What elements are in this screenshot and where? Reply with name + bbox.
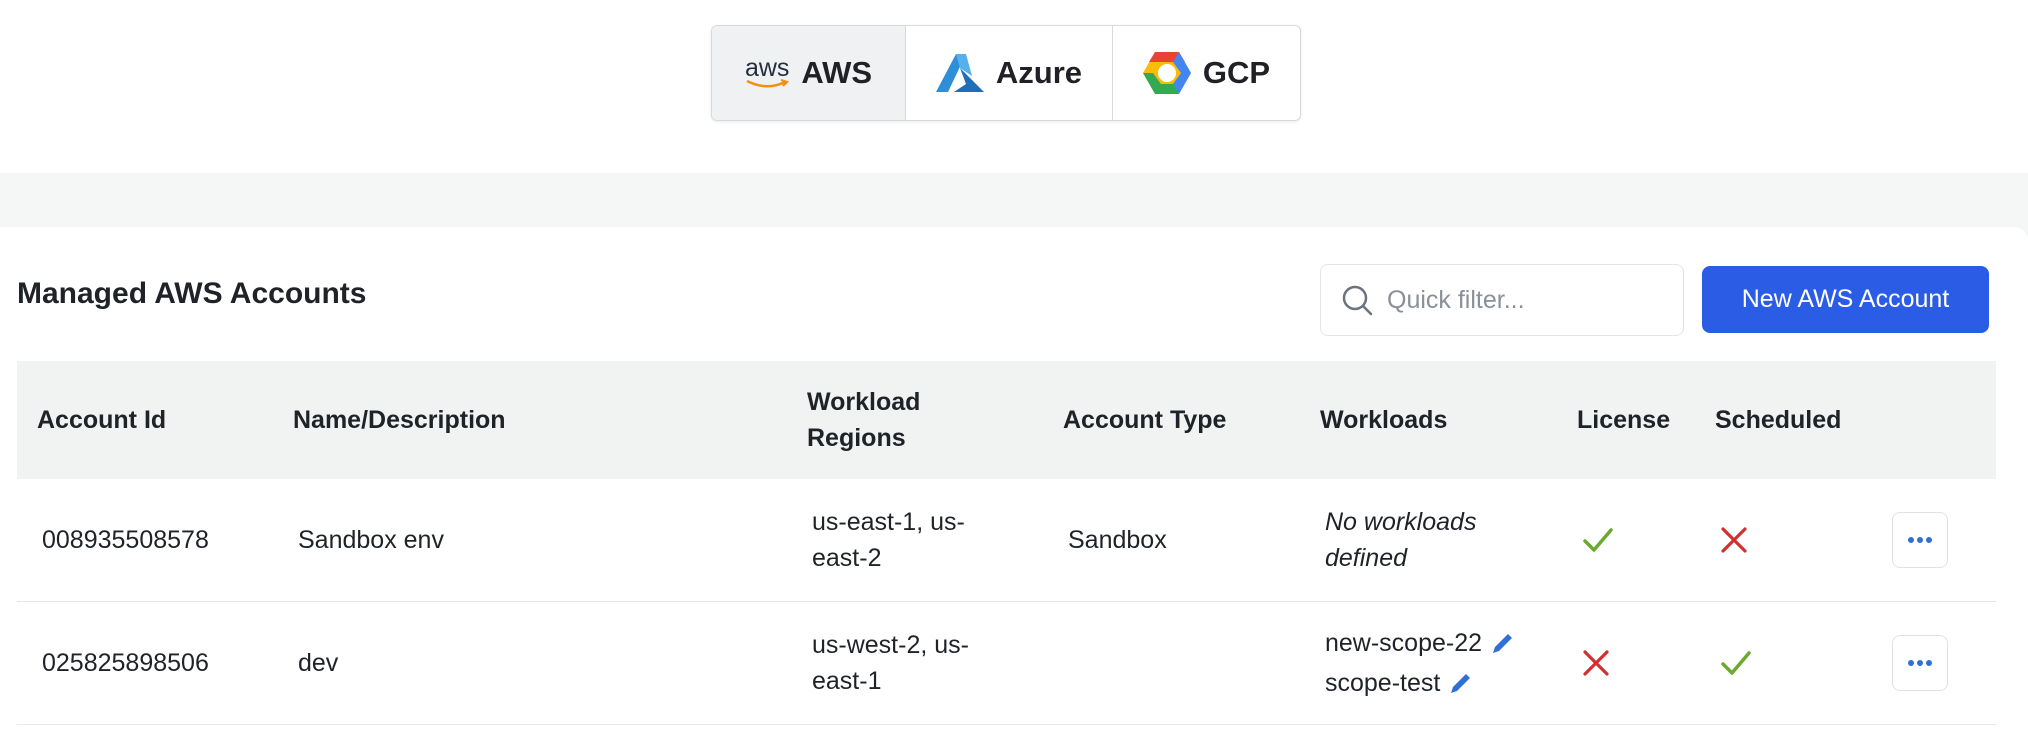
tab-gcp[interactable]: GCP (1113, 26, 1300, 120)
header-workload-regions[interactable]: Workload Regions (807, 361, 920, 479)
aws-logo-icon: aws (745, 56, 789, 89)
cross-icon (1721, 527, 1747, 553)
edit-pencil-icon[interactable] (1490, 630, 1516, 656)
cell-license (1582, 479, 1614, 601)
more-horizontal-icon (1908, 660, 1932, 666)
header-scheduled[interactable]: Scheduled (1715, 361, 1841, 479)
tab-aws[interactable]: aws AWS (712, 26, 906, 120)
quick-filter-box[interactable] (1320, 264, 1684, 336)
header-name[interactable]: Name/Description (293, 361, 506, 479)
row-actions-button[interactable] (1892, 635, 1948, 691)
cell-regions: us-east-1, us- east-2 (812, 508, 965, 572)
provider-selector: aws AWS Azure GCP (711, 25, 1301, 121)
azure-logo-icon (935, 54, 984, 92)
tab-azure[interactable]: Azure (906, 26, 1113, 120)
table-row: 008935508578 Sandbox env us-east-1, us- … (17, 479, 1996, 602)
table-row: 025825898506 dev us-west-2, us- east-1 n… (17, 602, 1996, 725)
header-license[interactable]: License (1577, 361, 1670, 479)
cell-license (1582, 602, 1610, 724)
cell-workloads: new-scope-22 scope-test (1325, 602, 1516, 724)
edit-pencil-icon[interactable] (1448, 670, 1474, 696)
page-title: Managed AWS Accounts (17, 277, 367, 310)
cell-account-id: 025825898506 (42, 649, 209, 677)
header-account-id[interactable]: Account Id (37, 361, 166, 479)
search-icon (1342, 285, 1373, 316)
tab-azure-label: Azure (995, 55, 1083, 90)
search-input[interactable] (1387, 285, 1657, 315)
header-account-type[interactable]: Account Type (1063, 361, 1226, 479)
new-aws-account-button[interactable]: New AWS Account (1702, 266, 1989, 333)
workload-scope: new-scope-22 (1325, 623, 1516, 663)
cell-regions: us-west-2, us- east-1 (812, 631, 969, 695)
cell-scheduled (1720, 602, 1752, 724)
tab-aws-label: AWS (801, 55, 873, 90)
cell-account-id: 008935508578 (42, 526, 209, 554)
workload-scope-label: new-scope-22 (1325, 629, 1483, 657)
cell-workloads-empty: No workloads defined (1325, 508, 1477, 572)
more-horizontal-icon (1908, 537, 1932, 543)
cross-icon (1583, 650, 1609, 676)
accounts-table: Account Id Name/Description Workload Reg… (17, 361, 1996, 725)
cell-name: dev (298, 649, 339, 677)
cell-account-type: Sandbox (1068, 526, 1167, 554)
tab-gcp-label: GCP (1202, 55, 1271, 90)
header-workloads[interactable]: Workloads (1320, 361, 1447, 479)
row-actions-button[interactable] (1892, 512, 1948, 568)
table-header: Account Id Name/Description Workload Reg… (17, 361, 1996, 479)
cell-scheduled (1720, 479, 1748, 601)
check-icon (1583, 528, 1613, 552)
cell-name: Sandbox env (298, 526, 444, 554)
workload-scope-label: scope-test (1325, 669, 1441, 697)
workload-scope: scope-test (1325, 663, 1474, 703)
gcp-logo-icon (1142, 52, 1191, 94)
check-icon (1721, 651, 1751, 675)
